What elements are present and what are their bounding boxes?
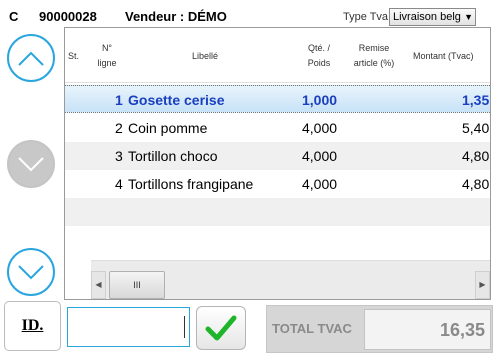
validate-button[interactable]: [196, 306, 246, 350]
column-header-remise: Remise article (%): [353, 43, 395, 68]
horizontal-scrollbar[interactable]: ◀ III ▶: [91, 260, 490, 299]
type-tva-value: Livraison belg: [393, 11, 461, 23]
line-quantity: 4,000: [302, 148, 338, 164]
line-number: 4: [115, 176, 123, 192]
table-row[interactable]: 3 Tortillon choco 4,000 4,80: [65, 142, 490, 170]
chevron-down-icon: [18, 157, 44, 172]
order-lines-grid[interactable]: St. N° ligne Libellé Qté. / Poids Remise…: [64, 27, 491, 300]
column-header-quantity: Qté. / Poids: [307, 43, 331, 68]
id-input[interactable]: [67, 307, 190, 347]
scroll-down-button[interactable]: [7, 248, 55, 296]
line-quantity: 4,000: [302, 176, 338, 192]
ticket-number: 90000028: [39, 9, 97, 24]
vendeur-label: Vendeur : DÉMO: [125, 9, 227, 24]
total-panel: TOTAL TVAC 16,35: [266, 305, 493, 353]
ticket-type-label: C: [9, 9, 19, 24]
line-quantity: 4,000: [302, 120, 338, 136]
column-header-libelle: Libellé: [192, 51, 219, 61]
line-montant: 4,80: [462, 176, 490, 192]
line-montant: 4,80: [462, 148, 490, 164]
chevron-up-icon: [18, 51, 44, 66]
column-header-status: St.: [68, 51, 80, 61]
line-libelle: Tortillons frangipane: [128, 176, 254, 192]
grid-header: St. N° ligne Libellé Qté. / Poids Remise…: [65, 28, 490, 83]
scroll-right-icon[interactable]: ▶: [475, 271, 490, 299]
scroll-left-icon[interactable]: ◀: [91, 271, 106, 299]
table-row[interactable]: 1 Gosette cerise 1,000 1,35: [65, 85, 490, 113]
line-quantity: 1,000: [302, 92, 338, 108]
chevron-down-icon: [18, 265, 44, 280]
column-header-montant: Montant (Tvac): [413, 51, 474, 61]
table-row[interactable]: 4 Tortillons frangipane 4,000 4,80: [65, 170, 490, 198]
total-label: TOTAL TVAC: [272, 321, 352, 336]
type-tva-select[interactable]: Livraison belg ▼: [389, 8, 476, 26]
checkmark-icon: [205, 315, 237, 341]
line-libelle: Tortillon choco: [128, 148, 218, 164]
type-tva-label: Type Tva: [343, 11, 389, 23]
total-value: 16,35: [364, 309, 491, 350]
column-header-line-number: N° ligne: [97, 43, 117, 68]
scrollbar-thumb[interactable]: III: [109, 271, 165, 299]
line-libelle: Coin pomme: [128, 120, 208, 136]
scroll-down-page-button[interactable]: [7, 140, 55, 188]
line-libelle: Gosette cerise: [128, 92, 225, 108]
line-montant: 1,35: [462, 92, 490, 108]
text-caret: [184, 316, 185, 338]
table-row-empty: [65, 198, 490, 226]
line-number: 3: [115, 148, 123, 164]
line-number: 1: [115, 92, 123, 108]
line-montant: 5,40: [462, 120, 490, 136]
id-button[interactable]: ID.: [4, 301, 61, 351]
scroll-up-button[interactable]: [7, 34, 55, 82]
table-row[interactable]: 2 Coin pomme 4,000 5,40: [65, 114, 490, 142]
dropdown-arrow-icon: ▼: [462, 9, 473, 25]
line-number: 2: [115, 120, 123, 136]
